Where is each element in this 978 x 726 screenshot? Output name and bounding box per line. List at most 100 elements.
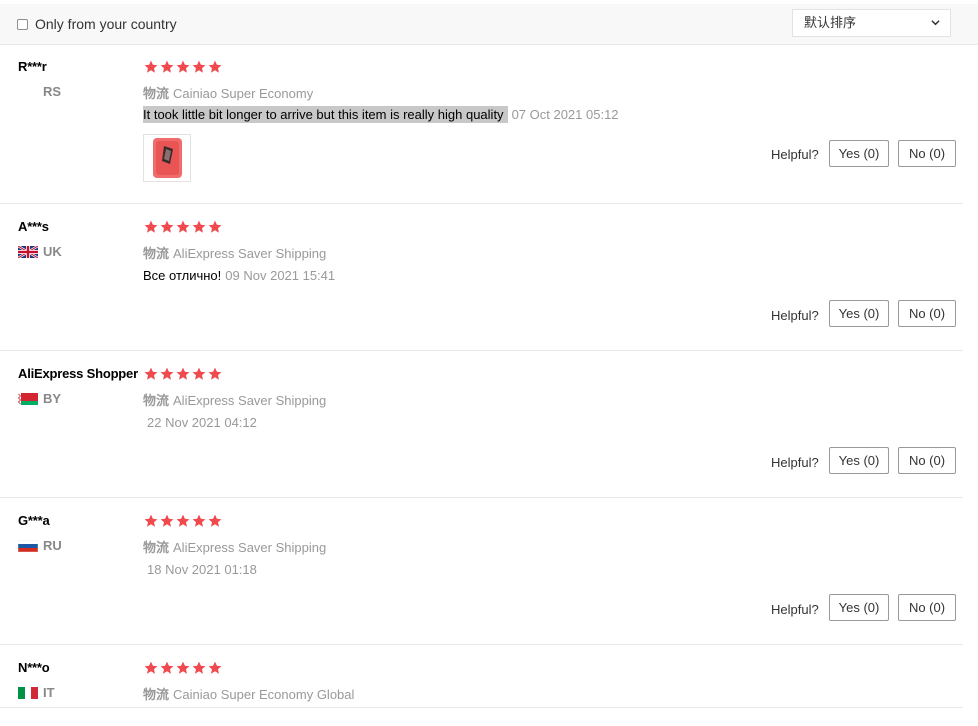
- review-content: It took little bit longer to arrive but …: [143, 106, 619, 123]
- country-code: BY: [43, 391, 62, 406]
- helpful-label: Helpful?: [771, 602, 819, 617]
- star-icon: [160, 367, 174, 380]
- country-checkbox[interactable]: [17, 18, 28, 30]
- reviewer-name: R***r: [18, 59, 47, 74]
- star-icon: [160, 60, 174, 73]
- country-code: IT: [43, 685, 55, 700]
- shipping-value: AliExpress Saver Shipping: [173, 393, 327, 408]
- reviewer-country: BY: [18, 391, 61, 406]
- chevron-down-icon: [931, 20, 940, 26]
- gb-flag-icon: [18, 245, 38, 258]
- helpful-yes-button[interactable]: Yes (0): [829, 447, 889, 474]
- review-item: N***o IT 物流 Cainiao Super Economy Global: [0, 645, 963, 708]
- review-date: 09 Nov 2021 15:41: [225, 268, 336, 283]
- shipping-value: Cainiao Super Economy Global: [173, 687, 355, 702]
- reviewer-name: A***s: [18, 219, 49, 234]
- star-icon: [192, 514, 206, 527]
- shipping-value: AliExpress Saver Shipping: [173, 540, 327, 555]
- star-icon: [208, 514, 222, 527]
- star-rating: [144, 514, 222, 528]
- star-icon: [144, 220, 158, 233]
- country-filter[interactable]: Only from your country: [17, 16, 177, 32]
- helpful-label: Helpful?: [771, 308, 819, 323]
- helpful-label: Helpful?: [771, 147, 819, 162]
- star-icon: [160, 220, 174, 233]
- star-icon: [192, 220, 206, 233]
- country-code: UK: [43, 244, 62, 259]
- helpful-no-button[interactable]: No (0): [898, 594, 956, 621]
- reviewer-name: G***a: [18, 513, 50, 528]
- ru-flag-icon: [18, 539, 38, 552]
- star-rating: [144, 661, 222, 675]
- shipping-prefix: 物流: [143, 86, 170, 101]
- star-icon: [192, 60, 206, 73]
- filter-bar: Only from your country 默认排序: [0, 4, 978, 45]
- it-flag-icon: [18, 686, 38, 699]
- shipping-method: 物流 AliExpress Saver Shipping: [143, 537, 326, 556]
- helpful-yes-button[interactable]: Yes (0): [829, 300, 889, 327]
- review-item: A***s UK 物流 AliExpress Saver Shipping Все…: [0, 204, 963, 351]
- star-icon: [160, 514, 174, 527]
- review-date: 18 Nov 2021 01:18: [147, 562, 257, 577]
- star-rating: [144, 60, 222, 74]
- review-text: Все отлично!: [143, 268, 222, 283]
- helpful-no-button[interactable]: No (0): [898, 447, 956, 474]
- sort-dropdown[interactable]: 默认排序: [792, 9, 951, 37]
- helpful-no-button[interactable]: No (0): [898, 300, 956, 327]
- star-icon: [176, 367, 190, 380]
- review-item: G***a RU 物流 AliExpress Saver Shipping 18 …: [0, 498, 963, 645]
- shipping-prefix: 物流: [143, 246, 170, 261]
- shipping-prefix: 物流: [143, 687, 170, 702]
- review-item: R***r RS 物流 Cainiao Super Economy It took…: [0, 44, 963, 204]
- review-photo-thumbnail[interactable]: [143, 134, 191, 182]
- star-icon: [208, 60, 222, 73]
- review-content: 22 Nov 2021 04:12: [143, 415, 257, 430]
- reviewer-country: IT: [18, 685, 55, 700]
- star-icon: [144, 367, 158, 380]
- star-icon: [208, 661, 222, 674]
- helpful-no-button[interactable]: No (0): [898, 140, 956, 167]
- star-icon: [176, 514, 190, 527]
- shipping-method: 物流 Cainiao Super Economy Global: [143, 684, 354, 703]
- by-flag-icon: [18, 392, 38, 405]
- product-photo-icon: [153, 138, 182, 178]
- star-icon: [176, 60, 190, 73]
- helpful-yes-button[interactable]: Yes (0): [829, 140, 889, 167]
- star-icon: [144, 514, 158, 527]
- helpful-label: Helpful?: [771, 455, 819, 470]
- star-icon: [160, 661, 174, 674]
- reviewer-country: RU: [18, 538, 62, 553]
- review-text: It took little bit longer to arrive but …: [143, 106, 508, 123]
- shipping-prefix: 物流: [143, 393, 170, 408]
- star-icon: [208, 220, 222, 233]
- shipping-method: 物流 AliExpress Saver Shipping: [143, 390, 326, 409]
- country-code: RU: [43, 538, 62, 553]
- shipping-prefix: 物流: [143, 540, 170, 555]
- sort-dropdown-value: 默认排序: [804, 15, 857, 30]
- review-date: 22 Nov 2021 04:12: [147, 415, 257, 430]
- star-icon: [176, 661, 190, 674]
- reviewer-country: RS: [43, 84, 61, 99]
- country-filter-label: Only from your country: [35, 16, 177, 32]
- star-icon: [176, 220, 190, 233]
- star-icon: [192, 661, 206, 674]
- country-code: RS: [43, 84, 62, 99]
- star-icon: [208, 367, 222, 380]
- star-rating: [144, 367, 222, 381]
- star-rating: [144, 220, 222, 234]
- helpful-yes-button[interactable]: Yes (0): [829, 594, 889, 621]
- reviewer-name: N***o: [18, 660, 50, 675]
- shipping-value: AliExpress Saver Shipping: [173, 246, 327, 261]
- reviewer-country: UK: [18, 244, 62, 259]
- shipping-method: 物流 Cainiao Super Economy: [143, 83, 313, 102]
- review-content: 18 Nov 2021 01:18: [143, 562, 257, 577]
- review-item: AliExpress Shopper BY 物流 AliExpress Saver…: [0, 351, 963, 498]
- star-icon: [192, 367, 206, 380]
- star-icon: [144, 60, 158, 73]
- review-content: Все отлично! 09 Nov 2021 15:41: [143, 268, 335, 283]
- reviewer-name: AliExpress Shopper: [18, 366, 138, 381]
- review-date: 07 Oct 2021 05:12: [511, 107, 619, 122]
- shipping-value: Cainiao Super Economy: [173, 86, 314, 101]
- star-icon: [144, 661, 158, 674]
- shipping-method: 物流 AliExpress Saver Shipping: [143, 243, 326, 262]
